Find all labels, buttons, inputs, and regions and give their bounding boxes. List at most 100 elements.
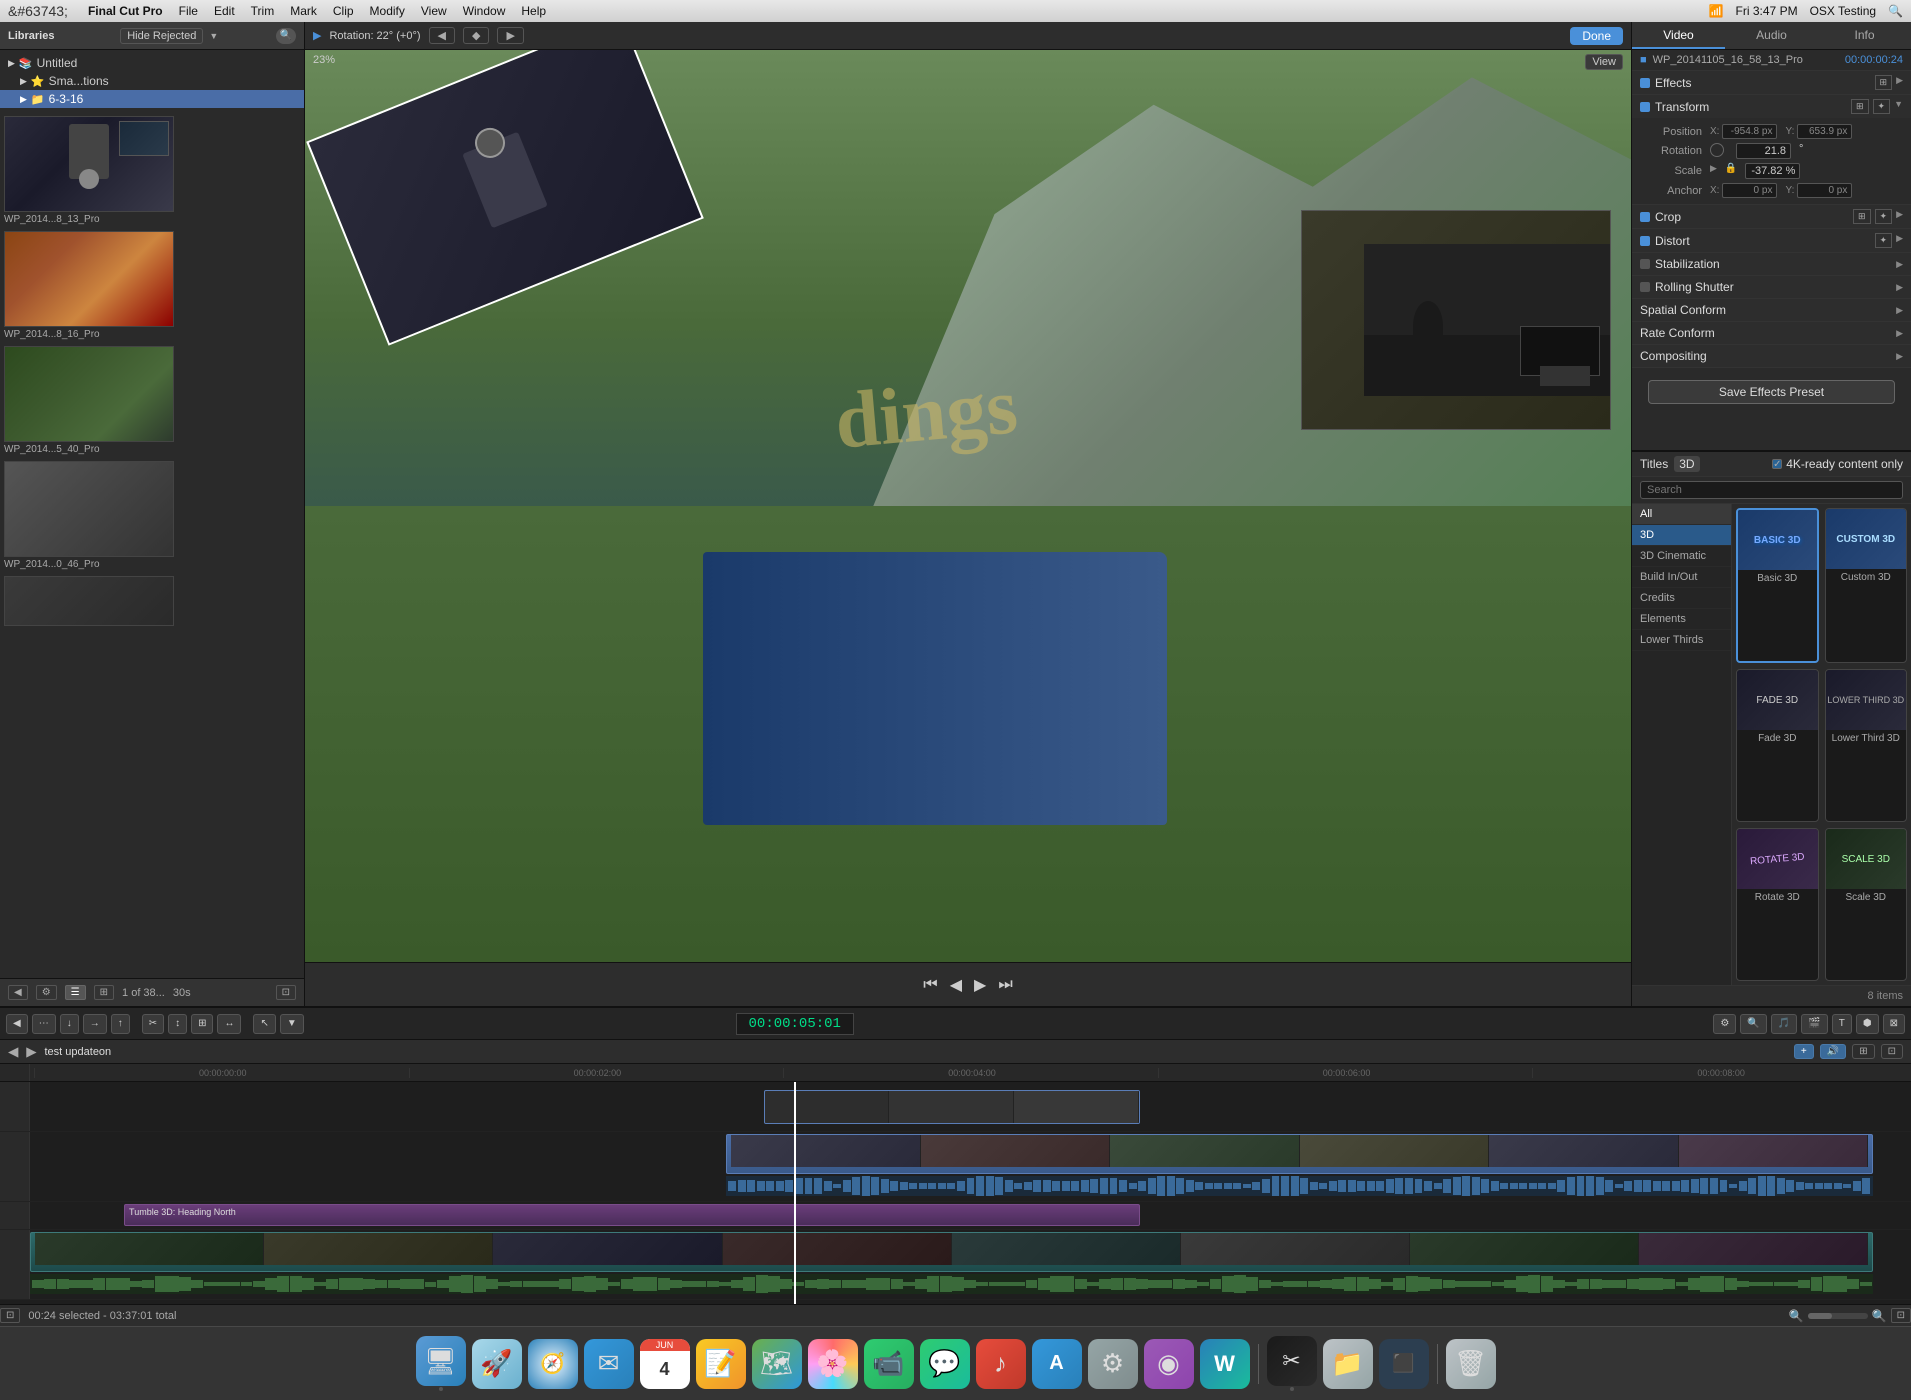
anchor-x-value[interactable]: 0 px [1722, 183, 1777, 198]
reset-button[interactable]: ◀ [429, 27, 455, 44]
cat-all[interactable]: All [1632, 504, 1731, 525]
tl-gen-btn[interactable]: ⬢ [1856, 1014, 1879, 1034]
tl-trim-btn[interactable]: ⊞ [191, 1014, 213, 1034]
tl-nav-fwd-btn[interactable]: ▶ [26, 1044, 36, 1060]
tl-blade-btn[interactable]: ✂ [142, 1014, 164, 1034]
distort-btn1[interactable]: ✦ [1875, 233, 1893, 248]
position-x-value[interactable]: -954.8 px [1722, 124, 1777, 139]
title-card-basic-3d[interactable]: BASIC 3D Basic 3D [1736, 508, 1819, 663]
dock-item-trash[interactable]: 🗑 [1446, 1339, 1496, 1389]
dock-item-maps[interactable]: 🗺 [752, 1339, 802, 1389]
dock-item-instastats[interactable]: ◉ [1144, 1339, 1194, 1389]
mark-menu[interactable]: Mark [290, 4, 317, 18]
forward-button[interactable]: ▶ [497, 27, 523, 44]
tl-select-btn[interactable]: ▼ [280, 1014, 304, 1034]
tl-connect-audio-btn[interactable]: 🎵 [1771, 1014, 1797, 1034]
title-card-custom-3d[interactable]: CUSTOM 3D Custom 3D [1825, 508, 1908, 663]
fit-timeline-btn[interactable]: ⊡ [1891, 1308, 1911, 1323]
tab-audio[interactable]: Audio [1725, 22, 1818, 49]
tree-item-smart[interactable]: ▶ ⭐ Sma...tions [0, 72, 304, 90]
dock-item-tile1[interactable]: ⬛ [1379, 1339, 1429, 1389]
view-menu[interactable]: View [421, 4, 447, 18]
view-toggle-grid[interactable]: ⊞ [94, 985, 114, 1000]
tl-zoom-out-btn[interactable]: 🔊 [1820, 1044, 1846, 1059]
tl-nav-back-btn[interactable]: ◀ [8, 1044, 18, 1060]
dock-item-imessage[interactable]: 💬 [920, 1339, 970, 1389]
search-icon[interactable]: 🔍 [1888, 4, 1903, 18]
anchor-y-value[interactable]: 0 px [1797, 183, 1852, 198]
title-card-lower-third-3d[interactable]: LOWER THIRD 3D Lower Third 3D [1825, 669, 1908, 822]
tab-video[interactable]: Video [1632, 22, 1725, 49]
dock-item-itunes[interactable]: ♪ [976, 1339, 1026, 1389]
tl-ripple-btn[interactable]: ⋯ [32, 1014, 56, 1034]
title-card-scale-3d[interactable]: SCALE 3D Scale 3D [1825, 828, 1908, 981]
title-card-rotate-3d[interactable]: ROTATE 3D Rotate 3D [1736, 828, 1819, 981]
hide-rejected-label[interactable]: Hide Rejected [120, 28, 203, 44]
clip-item-4[interactable] [4, 576, 300, 626]
tl-media-btn[interactable]: 🎬 [1801, 1014, 1827, 1034]
tl-connect-btn[interactable]: ↑ [111, 1014, 130, 1034]
cat-elements[interactable]: Elements [1632, 609, 1731, 630]
effects-section-header[interactable]: Effects ⊞ ▶ [1632, 71, 1911, 94]
rolling-shutter-header[interactable]: Rolling Shutter ▶ [1632, 276, 1911, 298]
crop-btn2[interactable]: ✦ [1875, 209, 1893, 224]
titles-search-input[interactable] [1640, 481, 1903, 499]
titles-4k-checkbox[interactable]: ✓ [1772, 459, 1782, 469]
titles-4k-toggle[interactable]: ✓ 4K-ready content only [1772, 457, 1903, 471]
trim-menu[interactable]: Trim [251, 4, 275, 18]
tl-transform-btn[interactable]: ↔ [217, 1014, 241, 1034]
cat-credits[interactable]: Credits [1632, 588, 1731, 609]
tl-append-btn[interactable]: → [83, 1014, 107, 1034]
transform-btn1[interactable]: ⊞ [1851, 99, 1869, 114]
dock-item-safari[interactable]: 🧭 [528, 1339, 578, 1389]
compositing-header[interactable]: Compositing ▶ [1632, 345, 1911, 367]
play-button[interactable]: ▶ [974, 975, 986, 995]
scale-lock-icon[interactable]: 🔒 [1725, 163, 1737, 179]
scale-val[interactable]: -37.82 % [1745, 163, 1800, 179]
tl-snap-btn[interactable]: ⊞ [1852, 1044, 1874, 1059]
tl-edit-btn[interactable]: ↕ [168, 1014, 187, 1034]
zoom-in-btn[interactable]: 🔍 [1872, 1309, 1887, 1323]
clip-item-3[interactable]: WP_2014...0_46_Pro [4, 461, 300, 572]
file-menu[interactable]: File [179, 4, 198, 18]
fit-button[interactable]: ◆ [463, 27, 489, 44]
clip-item-1[interactable]: WP_2014...8_16_Pro [4, 231, 300, 342]
cat-lower-thirds[interactable]: Lower Thirds [1632, 630, 1731, 651]
modify-menu[interactable]: Modify [370, 4, 405, 18]
status-collapse-btn[interactable]: ⊡ [0, 1308, 20, 1323]
tab-info[interactable]: Info [1818, 22, 1911, 49]
tl-title-btn[interactable]: T [1832, 1014, 1852, 1034]
clip-secondary[interactable]: 101111_165018_import [30, 1232, 1873, 1272]
zoom-out-btn[interactable]: 🔍 [1789, 1309, 1804, 1323]
transform-header[interactable]: Transform ⊞ ✦ ▼ [1632, 95, 1911, 118]
tree-item-date[interactable]: ▶ 📁 6-3-16 [0, 90, 304, 108]
clip-effect[interactable]: Tumble 3D: Heading North [124, 1204, 1140, 1226]
clip-item-0[interactable]: WP_2014...8_13_Pro [4, 116, 300, 227]
save-effects-preset-button[interactable]: Save Effects Preset [1648, 380, 1895, 404]
view-toggle-list[interactable]: ☰ [65, 985, 86, 1000]
title-card-fade-3d[interactable]: FADE 3D Fade 3D [1736, 669, 1819, 822]
tl-arrow-btn[interactable]: ↖ [253, 1014, 275, 1034]
dock-item-finder2[interactable]: 📁 [1323, 1339, 1373, 1389]
zoom-slider[interactable] [1808, 1313, 1868, 1319]
dock-item-notes[interactable]: 📝 [696, 1339, 746, 1389]
crop-header[interactable]: Crop ⊞ ✦ ▶ [1632, 205, 1911, 228]
playhead[interactable]: ▼ [794, 1082, 796, 1304]
settings-button[interactable]: ⚙ [36, 985, 57, 1000]
library-search[interactable]: 🔍 [276, 28, 296, 44]
edit-menu[interactable]: Edit [214, 4, 235, 18]
filter-arrow[interactable]: ▼ [209, 31, 218, 41]
dock-item-systemprefs[interactable]: ⚙ [1088, 1339, 1138, 1389]
done-button[interactable]: Done [1570, 27, 1623, 45]
app-name-menu[interactable]: Final Cut Pro [88, 4, 163, 18]
apple-menu[interactable]: &#63743; [8, 3, 68, 19]
tl-back-btn[interactable]: ◀ [6, 1014, 28, 1034]
expand-button[interactable]: ⊡ [276, 985, 296, 1000]
spatial-conform-header[interactable]: Spatial Conform ▶ [1632, 299, 1911, 321]
cat-3d[interactable]: 3D [1632, 525, 1731, 546]
distort-header[interactable]: Distort ✦ ▶ [1632, 229, 1911, 252]
go-to-start-button[interactable]: ⏮ [923, 976, 937, 994]
clip-connected[interactable] [764, 1090, 1140, 1124]
tl-insert-btn[interactable]: ↓ [60, 1014, 79, 1034]
dock-item-appstore[interactable]: A [1032, 1339, 1082, 1389]
